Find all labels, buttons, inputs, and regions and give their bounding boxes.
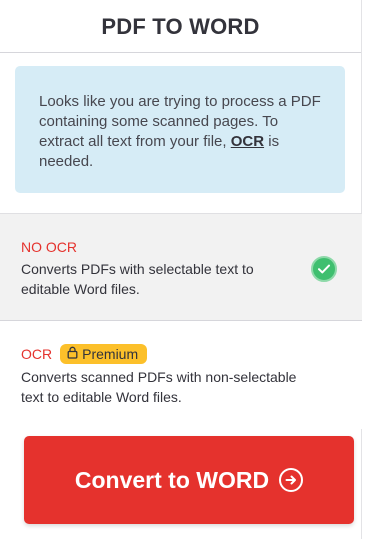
check-circle-icon [311,256,337,282]
option-no-ocr-description: Converts PDFs with selectable text to ed… [21,261,254,297]
option-no-ocr[interactable]: NO OCR Converts PDFs with selectable tex… [0,213,362,321]
ocr-link[interactable]: OCR [231,133,264,150]
options-panel: PDF TO WORD Looks like you are trying to… [0,0,362,539]
lock-icon [67,345,78,363]
arrow-right-circle-icon [279,468,304,492]
panel-title: PDF TO WORD [0,0,361,53]
option-no-ocr-label: NO OCR [21,239,77,255]
premium-badge: Premium [60,344,148,364]
option-ocr-description: Converts scanned PDFs with non-selectabl… [21,369,297,405]
option-ocr[interactable]: OCR Premium Converts scanned PDFs with n… [0,321,362,429]
convert-to-word-button[interactable]: Convert to WORD [24,436,354,524]
ocr-notice: Looks like you are trying to process a P… [15,66,345,193]
convert-button-label: Convert to WORD [74,466,270,493]
option-ocr-label: OCR [21,346,53,362]
premium-badge-label: Premium [82,346,139,362]
